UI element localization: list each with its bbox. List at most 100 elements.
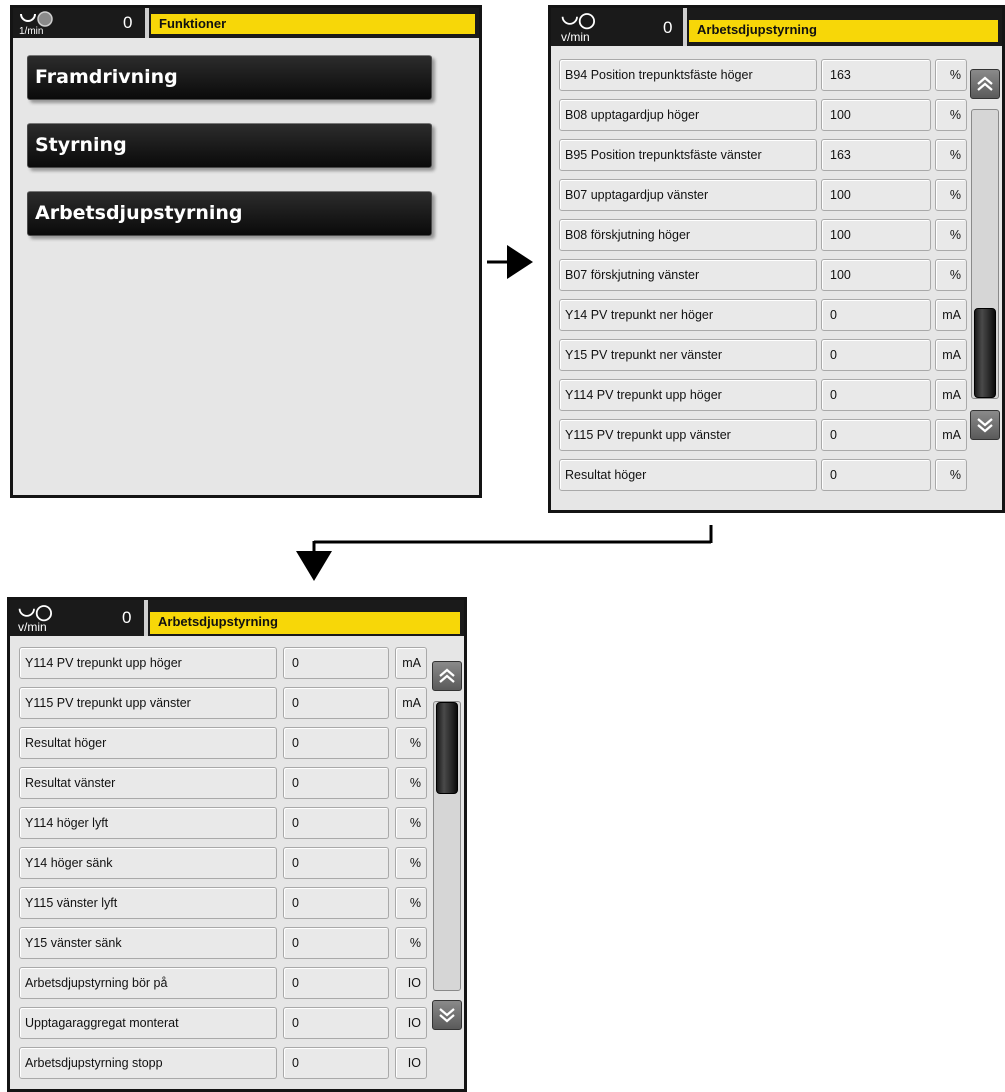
- parameter-unit: %: [395, 767, 427, 799]
- parameter-label: Arbetsdjupstyrning bör på: [19, 967, 277, 999]
- parameter-value[interactable]: 100: [821, 259, 931, 291]
- scroll-up-button[interactable]: [970, 69, 1000, 99]
- chevron-double-down-icon: [977, 418, 993, 433]
- parameter-value[interactable]: 100: [821, 179, 931, 211]
- parameter-value[interactable]: 100: [821, 219, 931, 251]
- speed-unit: v/min: [561, 30, 590, 44]
- parameter-value[interactable]: 0: [283, 727, 389, 759]
- parameter-value[interactable]: 0: [821, 459, 931, 491]
- scroll-down-button[interactable]: [970, 410, 1000, 440]
- parameter-unit: mA: [935, 339, 967, 371]
- parameter-label: Resultat vänster: [19, 767, 277, 799]
- parameter-label: B07 upptagardjup vänster: [559, 179, 817, 211]
- parameter-unit: %: [935, 179, 967, 211]
- parameter-row: B07 upptagardjup vänster 100%: [559, 179, 967, 211]
- speed-unit: v/min: [18, 620, 47, 634]
- parameter-label: Upptagaraggregat monterat: [19, 1007, 277, 1039]
- parameter-value[interactable]: 163: [821, 139, 931, 171]
- parameter-row: Resultat höger 0%: [559, 459, 967, 491]
- parameter-value[interactable]: 163: [821, 59, 931, 91]
- parameter-value[interactable]: 0: [283, 807, 389, 839]
- parameter-value[interactable]: 0: [283, 647, 389, 679]
- screen-functions-menu: 1/min 0 Funktioner Framdrivning Styrning…: [10, 5, 482, 498]
- parameter-row: B08 upptagardjup höger 100%: [559, 99, 967, 131]
- parameter-value[interactable]: 0: [283, 1007, 389, 1039]
- menu-button-framdrivning[interactable]: Framdrivning: [27, 55, 432, 100]
- parameter-label: Y115 PV trepunkt upp vänster: [559, 419, 817, 451]
- parameter-label: Y114 PV trepunkt upp höger: [559, 379, 817, 411]
- parameter-label: Y114 höger lyft: [19, 807, 277, 839]
- parameter-value[interactable]: 0: [283, 687, 389, 719]
- parameter-unit: IO: [395, 1007, 427, 1039]
- parameter-value[interactable]: 0: [821, 299, 931, 331]
- menu-button-arbetsdjupstyrning[interactable]: Arbetsdjupstyrning: [27, 191, 432, 236]
- parameter-unit: %: [935, 259, 967, 291]
- parameter-unit: %: [935, 139, 967, 171]
- parameter-row: Y114 PV trepunkt upp höger 0 mA: [19, 647, 427, 679]
- parameter-value[interactable]: 0: [821, 339, 931, 371]
- speed-unit: 1/min: [19, 26, 44, 37]
- speed-value: 0: [122, 608, 132, 627]
- screen-arbetsdjupstyrning-1: v/min 0 Arbetsdjupstyrning B94 Position …: [548, 5, 1005, 513]
- menu-button-styrning[interactable]: Styrning: [27, 123, 432, 168]
- parameter-label: B95 Position trepunktsfäste vänster: [559, 139, 817, 171]
- chevron-double-up-icon: [439, 668, 455, 683]
- scrollbar-thumb[interactable]: [974, 308, 996, 398]
- parameter-label: B07 förskjutning vänster: [559, 259, 817, 291]
- parameter-label: Y15 PV trepunkt ner vänster: [559, 339, 817, 371]
- parameter-unit: %: [935, 59, 967, 91]
- parameter-row: Y15 vänster sänk 0%: [19, 927, 427, 959]
- scroll-up-button[interactable]: [432, 661, 462, 691]
- parameter-row: Y115 PV trepunkt upp vänster 0 mA: [19, 687, 427, 719]
- parameter-unit: %: [395, 847, 427, 879]
- parameter-row: B07 förskjutning vänster 100%: [559, 259, 967, 291]
- parameter-unit: IO: [395, 1047, 427, 1079]
- parameter-row: Arbetsdjupstyrning stopp 0 IO: [19, 1047, 427, 1079]
- page-title: Arbetsdjupstyrning: [689, 20, 998, 42]
- parameter-value[interactable]: 0: [821, 379, 931, 411]
- parameter-value[interactable]: 100: [821, 99, 931, 131]
- parameter-row: Y114 PV trepunkt upp höger 0 mA: [559, 379, 967, 411]
- parameter-row: Y115 PV trepunkt upp vänster 0 mA: [559, 419, 967, 451]
- parameter-row: Resultat vänster 0%: [19, 767, 427, 799]
- parameter-value[interactable]: 0: [283, 1047, 389, 1079]
- parameter-row: Y14 höger sänk 0%: [19, 847, 427, 879]
- parameter-row: Resultat höger 0%: [19, 727, 427, 759]
- parameter-value[interactable]: 0: [283, 927, 389, 959]
- parameter-row: B95 Position trepunktsfäste vänster 163%: [559, 139, 967, 171]
- parameter-value[interactable]: 0: [283, 847, 389, 879]
- parameter-row: B08 förskjutning höger 100%: [559, 219, 967, 251]
- scrollbar-thumb[interactable]: [436, 702, 458, 794]
- parameter-value[interactable]: 0: [283, 767, 389, 799]
- divider: [683, 8, 687, 46]
- parameter-label: Resultat höger: [559, 459, 817, 491]
- parameter-label: Y14 höger sänk: [19, 847, 277, 879]
- status-bar: v/min 0 Arbetsdjupstyrning: [10, 600, 464, 636]
- parameter-label: Y114 PV trepunkt upp höger: [19, 647, 277, 679]
- parameter-unit: %: [935, 459, 967, 491]
- parameter-label: Y115 vänster lyft: [19, 887, 277, 919]
- parameter-value[interactable]: 0: [283, 967, 389, 999]
- scrollbar-track[interactable]: [971, 109, 999, 399]
- parameter-unit: mA: [935, 379, 967, 411]
- scroll-down-button[interactable]: [432, 1000, 462, 1030]
- parameter-unit: %: [395, 727, 427, 759]
- parameter-unit: mA: [935, 419, 967, 451]
- parameter-label: Y115 PV trepunkt upp vänster: [19, 687, 277, 719]
- arrow-right-icon: [487, 245, 533, 279]
- scrollbar-track[interactable]: [433, 701, 461, 991]
- parameter-label: B08 upptagardjup höger: [559, 99, 817, 131]
- parameter-label: Y14 PV trepunkt ner höger: [559, 299, 817, 331]
- parameter-value[interactable]: 0: [283, 887, 389, 919]
- parameter-value[interactable]: 0: [821, 419, 931, 451]
- parameter-unit: %: [935, 219, 967, 251]
- parameter-unit: IO: [395, 967, 427, 999]
- speed-value: 0: [123, 13, 133, 32]
- parameter-unit: mA: [935, 299, 967, 331]
- parameter-row: Y14 PV trepunkt ner höger 0 mA: [559, 299, 967, 331]
- parameter-row: Y114 höger lyft 0%: [19, 807, 427, 839]
- chevron-double-up-icon: [977, 76, 993, 91]
- divider: [145, 8, 149, 38]
- parameter-label: Resultat höger: [19, 727, 277, 759]
- parameter-unit: %: [395, 807, 427, 839]
